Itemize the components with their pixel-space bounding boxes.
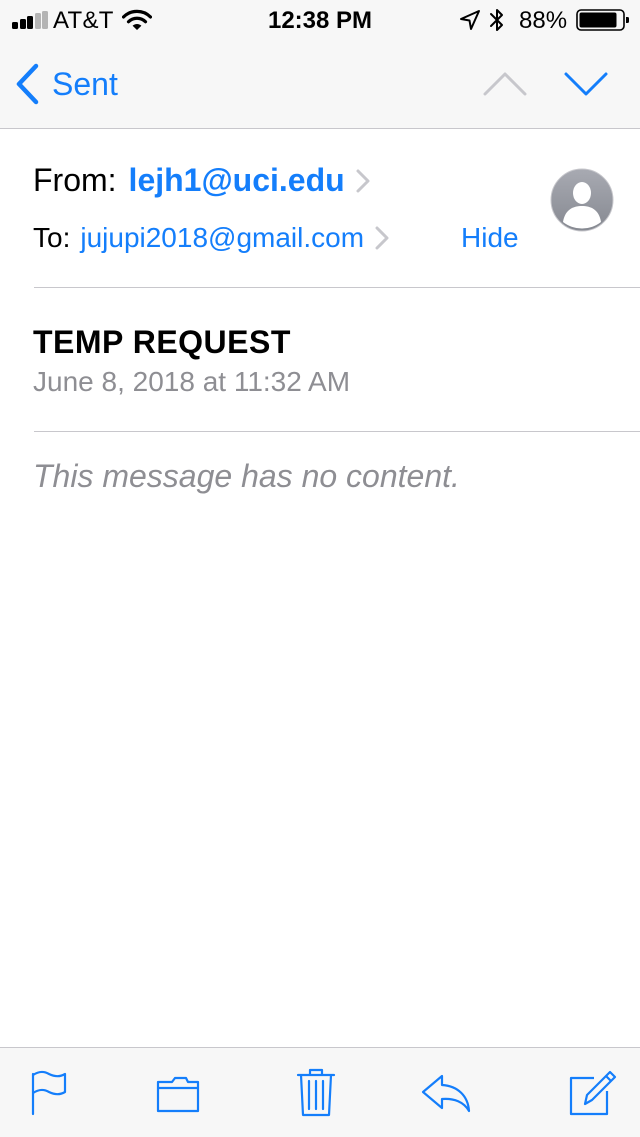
move-to-folder-button[interactable] — [156, 1068, 200, 1118]
compose-button[interactable] — [568, 1068, 618, 1118]
battery-icon — [576, 9, 630, 31]
back-button[interactable]: Sent — [14, 62, 118, 106]
navigation-bar: Sent — [0, 40, 640, 129]
status-bar: AT&T 12:38 PM 88% — [0, 0, 640, 40]
reply-icon — [421, 1074, 471, 1113]
trash-icon — [296, 1068, 336, 1117]
bluetooth-icon — [489, 7, 505, 33]
flag-button[interactable] — [29, 1068, 69, 1118]
folder-icon — [156, 1076, 200, 1113]
from-label: From: — [33, 162, 117, 198]
sender-address[interactable]: lejh1@uci.edu — [129, 162, 345, 199]
chevron-right-icon — [356, 169, 370, 192]
sender-avatar[interactable] — [550, 168, 614, 232]
to-row: To: jujupi2018@gmail.com — [33, 222, 390, 254]
recipient-address[interactable]: jujupi2018@gmail.com — [80, 222, 364, 254]
chevron-up-icon — [483, 72, 527, 96]
previous-message-button[interactable] — [482, 66, 528, 102]
from-row: From: lejh1@uci.edu — [33, 162, 371, 199]
next-message-button[interactable] — [563, 66, 609, 102]
delete-button[interactable] — [296, 1068, 336, 1118]
battery-percent: 88% — [519, 7, 568, 34]
location-arrow-icon — [459, 9, 481, 31]
header-divider — [34, 287, 640, 288]
chevron-down-icon — [564, 72, 608, 96]
hide-details-button[interactable]: Hide — [461, 222, 519, 254]
message-subject: TEMP REQUEST — [33, 324, 291, 360]
person-icon — [550, 168, 614, 232]
flag-icon — [31, 1070, 67, 1116]
chevron-left-icon — [16, 63, 39, 105]
compose-icon — [569, 1070, 617, 1116]
to-label: To: — [33, 222, 71, 253]
message-date: June 8, 2018 at 11:32 AM — [33, 366, 351, 397]
reply-button[interactable] — [420, 1068, 472, 1118]
subject-divider — [34, 431, 640, 432]
chevron-right-icon — [375, 226, 389, 250]
back-button-label: Sent — [52, 65, 118, 102]
message-body-placeholder: This message has no content. — [33, 458, 460, 494]
bottom-toolbar — [0, 1047, 640, 1137]
